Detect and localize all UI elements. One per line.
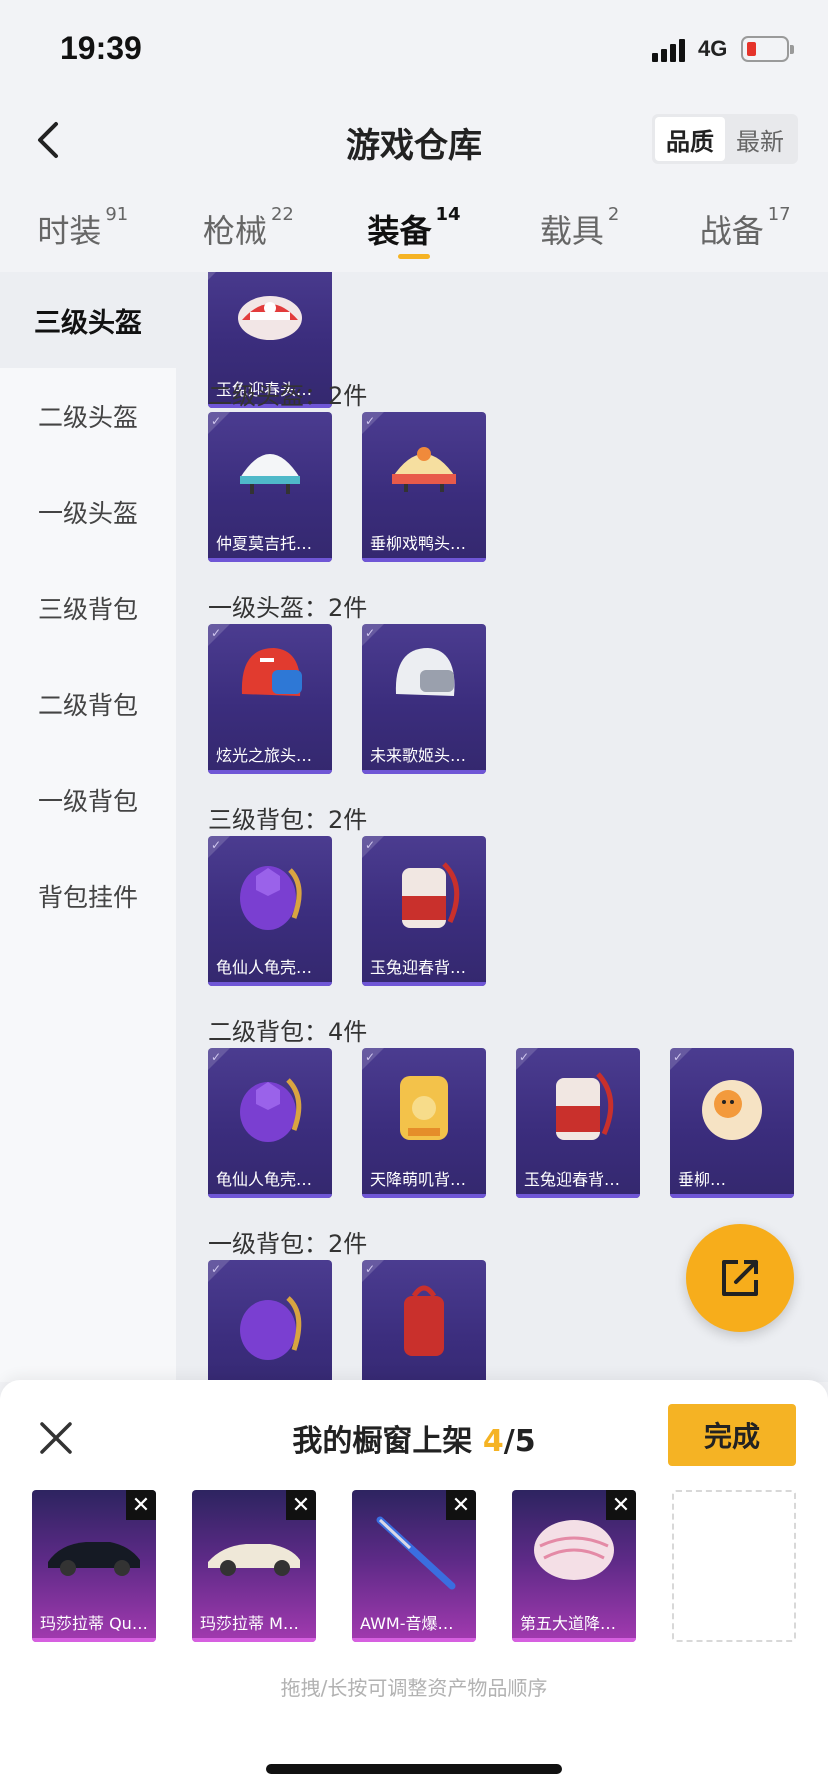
item-grid: ✓ 玉兔迎春头… 二级头盔：2件 ✓ 仲夏莫吉托… ✓ 垂柳戏鸭头… 一级头盔：… xyxy=(176,272,828,1382)
car-icon xyxy=(48,1542,140,1576)
helmet-icon xyxy=(395,648,455,696)
item-name: 仲夏莫吉托… xyxy=(216,534,313,553)
backpack-icon xyxy=(240,1296,302,1360)
backpack-icon xyxy=(556,1072,614,1140)
sidebar-item-level2-backpack[interactable]: 二级背包 xyxy=(0,656,176,752)
remove-icon[interactable]: ✕ xyxy=(606,1490,636,1520)
showcase-slot[interactable]: ✕ 玛莎拉蒂 M… xyxy=(192,1490,316,1642)
item-name: 未来歌姬头… xyxy=(370,746,467,765)
network-type: 4G xyxy=(698,36,728,61)
done-button[interactable]: 完成 xyxy=(668,1404,796,1466)
backpack-icon xyxy=(402,862,460,928)
item-name: 玉兔迎春背… xyxy=(370,958,467,977)
empty-slot[interactable] xyxy=(672,1490,796,1642)
slot-name: 玛莎拉蒂 M… xyxy=(200,1614,299,1633)
backpack-icon xyxy=(400,1076,448,1140)
item-card[interactable]: ✓ 未来歌姬头… xyxy=(362,624,486,774)
remove-icon[interactable]: ✕ xyxy=(446,1490,476,1520)
status-time: 19:39 xyxy=(60,30,142,66)
tab-guns[interactable]: 枪械 22 xyxy=(166,190,332,270)
item-card[interactable]: ✓ 垂柳… xyxy=(670,1048,794,1198)
sidebar-item-level1-backpack[interactable]: 一级背包 xyxy=(0,752,176,848)
item-name: 垂柳戏鸭头… xyxy=(370,534,467,553)
backpack-icon xyxy=(240,866,302,930)
remove-icon[interactable]: ✕ xyxy=(286,1490,316,1520)
slot-name: 玛莎拉蒂 Qu… xyxy=(40,1614,148,1633)
showcase-slot[interactable]: ✕ AWM-音爆… xyxy=(352,1490,476,1642)
battery-icon xyxy=(741,36,794,62)
helmet-icon xyxy=(241,648,302,696)
item-name: 玉兔迎春背… xyxy=(524,1170,621,1189)
item-card[interactable]: ✓ 玉兔迎春背… xyxy=(362,836,486,986)
backpack-icon xyxy=(240,1078,302,1142)
item-name: 龟仙人龟壳… xyxy=(216,1170,313,1189)
showcase-count-total: /5 xyxy=(503,1424,536,1459)
item-card[interactable]: ✓ 炫光之旅头… xyxy=(208,624,332,774)
share-fab-button[interactable] xyxy=(686,1224,794,1332)
showcase-panel: 我的橱窗上架 4/5 完成 ✕ 玛莎拉蒂 Qu… ✕ 玛莎拉蒂 M… ✕ AWM… xyxy=(0,1380,828,1792)
share-icon xyxy=(722,1260,758,1296)
helmet-icon xyxy=(238,296,302,340)
sidebar-item-level3-helmet[interactable]: 三级头盔 xyxy=(0,272,176,368)
showcase-slot[interactable]: ✕ 玛莎拉蒂 Qu… xyxy=(32,1490,156,1642)
helmet-icon xyxy=(240,454,300,494)
sidebar-item-backpack-charm[interactable]: 背包挂件 xyxy=(0,848,176,944)
item-name: 天降萌叽背… xyxy=(370,1170,467,1189)
item-card[interactable]: ✓ xyxy=(208,1260,332,1382)
tab-equipment[interactable]: 装备 14 xyxy=(331,190,497,270)
showcase-slot[interactable]: ✕ 第五大道降… xyxy=(512,1490,636,1642)
item-name: 龟仙人龟壳… xyxy=(216,958,313,977)
sidebar: 三级头盔 二级头盔 一级头盔 三级背包 二级背包 一级背包 背包挂件 xyxy=(0,272,176,1382)
item-name: 炫光之旅头… xyxy=(216,746,313,765)
sort-toggle: 品质 最新 xyxy=(652,114,798,164)
item-card[interactable]: ✓ xyxy=(362,1260,486,1382)
backpack-icon xyxy=(404,1285,444,1356)
sidebar-item-level1-helmet[interactable]: 一级头盔 xyxy=(0,464,176,560)
section-label: 二级背包：4件 xyxy=(208,1018,368,1046)
sort-quality-button[interactable]: 品质 xyxy=(655,117,725,161)
tab-vehicles[interactable]: 载具 2 xyxy=(497,190,663,270)
helmet-icon xyxy=(392,447,456,492)
backpack-icon xyxy=(702,1080,762,1140)
remove-icon[interactable]: ✕ xyxy=(126,1490,156,1520)
section-label: 一级背包：2件 xyxy=(208,1230,368,1258)
nav-header: 游戏仓库 品质 最新 xyxy=(0,100,828,180)
section-label: 一级头盔：2件 xyxy=(208,594,368,622)
item-card[interactable]: ✓ 玉兔迎春背… xyxy=(516,1048,640,1198)
home-indicator xyxy=(266,1764,562,1774)
rifle-icon xyxy=(376,1516,456,1590)
section-label: 二级头盔：2件 xyxy=(208,382,368,410)
item-card[interactable]: ✓ 龟仙人龟壳… xyxy=(208,836,332,986)
status-bar: 19:39 4G xyxy=(0,0,828,100)
sort-newest-button[interactable]: 最新 xyxy=(725,117,795,161)
section-label: 三级背包：2件 xyxy=(208,806,368,834)
item-name: 垂柳… xyxy=(678,1170,727,1189)
sidebar-item-level2-helmet[interactable]: 二级头盔 xyxy=(0,368,176,464)
category-tabs: 时装 91 枪械 22 装备 14 载具 2 战备 17 xyxy=(0,190,828,270)
drag-hint: 拖拽/长按可调整资产物品顺序 xyxy=(280,1676,548,1700)
slot-name: AWM-音爆… xyxy=(360,1614,454,1633)
slot-name: 第五大道降… xyxy=(520,1614,617,1633)
parachute-icon xyxy=(534,1520,614,1580)
item-card[interactable]: ✓ 仲夏莫吉托… xyxy=(208,412,332,562)
showcase-count-current: 4 xyxy=(482,1424,504,1459)
sidebar-item-level3-backpack[interactable]: 三级背包 xyxy=(0,560,176,656)
tab-supplies[interactable]: 战备 17 xyxy=(662,190,828,270)
item-card[interactable]: ✓ 龟仙人龟壳… xyxy=(208,1048,332,1198)
item-card[interactable]: ✓ 天降萌叽背… xyxy=(362,1048,486,1198)
tab-fashion[interactable]: 时装 91 xyxy=(0,190,166,270)
signal-icon xyxy=(652,39,685,62)
tab-underline xyxy=(397,254,430,259)
item-card[interactable]: ✓ 垂柳戏鸭头… xyxy=(362,412,486,562)
car-icon xyxy=(208,1544,300,1576)
